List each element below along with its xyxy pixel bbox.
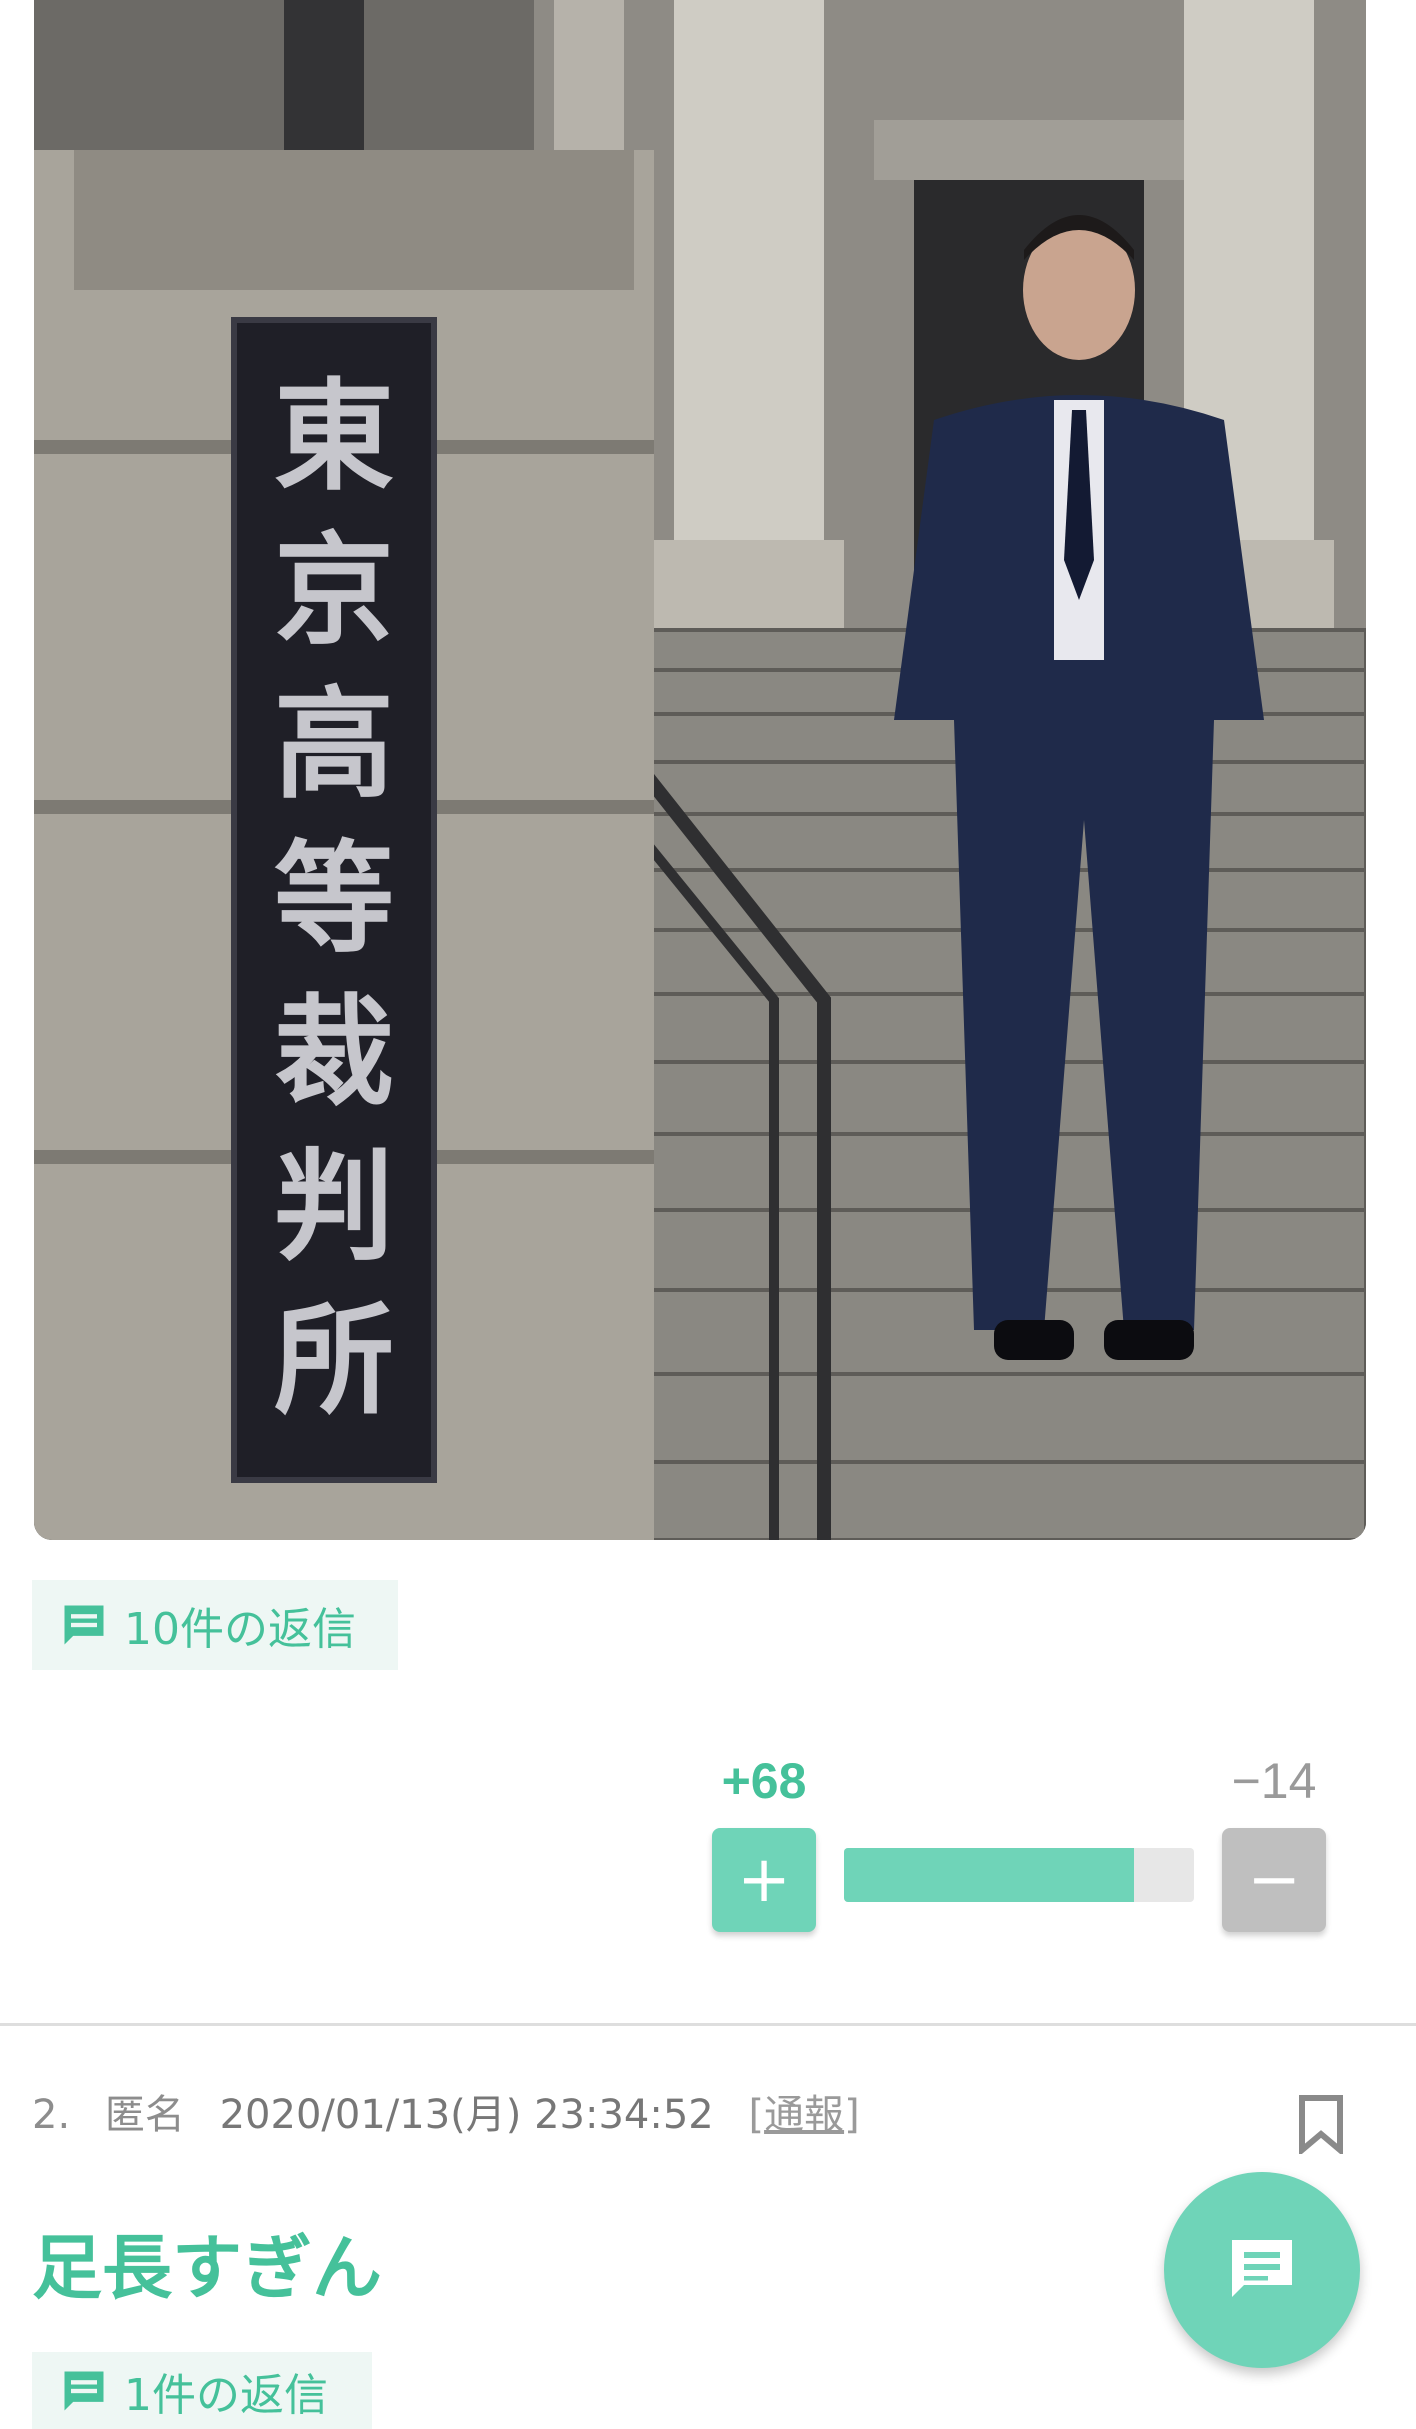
page: 東 京 高 等 裁 判 所 10件の返信 +68 −14 + − 2. 匿名 2… [0, 0, 1416, 2429]
report-link-wrapper: [通報] [748, 2092, 859, 2138]
replies-label: 1件の返信 [124, 2369, 328, 2421]
comment-icon [64, 2371, 104, 2410]
replies-label: 10件の返信 [124, 1604, 356, 1655]
comment-date: 2020/01/13(月) 23:34:52 [219, 2092, 714, 2138]
comment-meta: 2. 匿名 2020/01/13(月) 23:34:52 [通報] [32, 2082, 882, 2140]
comment-author: 匿名 [104, 2092, 185, 2138]
sign-char: 等 [274, 828, 394, 969]
comment-icon [64, 1605, 104, 1645]
comment-body: 足長すぎん [32, 2227, 382, 2309]
replies-button[interactable]: 10件の返信 [32, 1580, 398, 1670]
plus-vote-count: +68 [721, 1753, 807, 1809]
plus-vote-button[interactable]: + [712, 1828, 816, 1932]
replies-button[interactable]: 1件の返信 [32, 2352, 372, 2429]
sign-char: 判 [274, 1136, 394, 1277]
sign-text: 東 京 高 等 裁 判 所 [234, 360, 434, 1438]
sign-char: 高 [274, 674, 394, 815]
sign-char: 裁 [274, 982, 394, 1123]
comment-fab-button[interactable] [1164, 2172, 1360, 2368]
minus-vote-button[interactable]: − [1222, 1828, 1326, 1932]
post-image[interactable]: 東 京 高 等 裁 判 所 [34, 0, 1366, 1540]
sign-char: 東 [274, 366, 394, 507]
report-bracket-open: [ [748, 2092, 765, 2138]
vote-ratio-bar [844, 1848, 1194, 1902]
bookmark-icon[interactable] [1296, 2094, 1346, 2154]
comment-number: 2. [32, 2092, 71, 2138]
chat-icon [1232, 2240, 1292, 2297]
report-bracket-close: ] [844, 2092, 860, 2138]
minus-vote-count: −14 [1231, 1753, 1317, 1809]
sign-char: 京 [274, 520, 394, 661]
comment-divider [0, 2023, 1416, 2026]
report-link[interactable]: 通報 [764, 2092, 844, 2138]
vote-ratio-fill [844, 1848, 1135, 1902]
sign-char: 所 [274, 1290, 394, 1431]
